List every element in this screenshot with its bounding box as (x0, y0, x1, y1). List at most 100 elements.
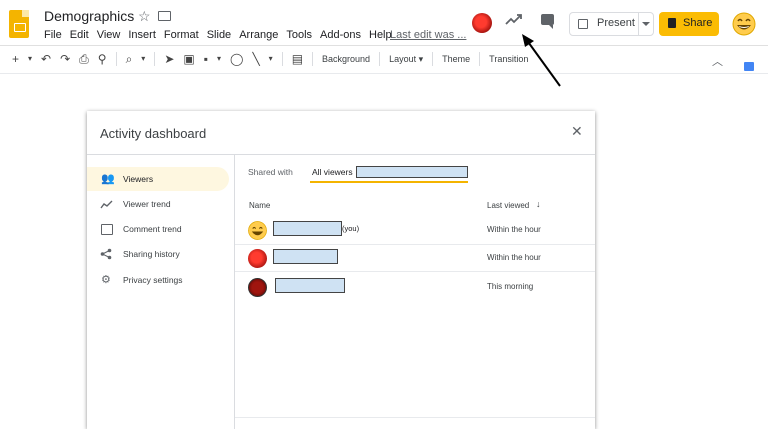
toolbar-separator (379, 52, 381, 66)
menu-addons[interactable]: Add-ons (320, 29, 361, 41)
activity-trend-icon[interactable] (505, 12, 523, 26)
share-icon (100, 248, 112, 260)
menu-tools[interactable]: Tools (286, 29, 312, 41)
redacted-name (273, 249, 338, 264)
chevron-down-icon[interactable]: ▾ (269, 53, 273, 65)
share-button[interactable]: Share (659, 12, 719, 36)
menu-file[interactable]: File (44, 29, 62, 41)
column-header-name[interactable]: Name (249, 201, 270, 210)
menu-arrange[interactable]: Arrange (239, 29, 278, 41)
you-label: (you) (342, 224, 360, 233)
zoom-icon[interactable]: ⌕ (126, 53, 133, 65)
chevron-down-icon[interactable] (642, 22, 650, 26)
redacted-name (356, 166, 468, 178)
column-header-last-viewed[interactable]: Last viewed (487, 201, 529, 210)
nav-item-sharing-history[interactable]: Sharing history (87, 242, 229, 266)
close-icon[interactable]: ✕ (571, 123, 583, 140)
nav-label: Sharing history (123, 249, 180, 259)
active-tab-indicator (310, 181, 468, 183)
nav-label: Viewer trend (123, 199, 171, 209)
paint-format-icon[interactable]: ⚲ (98, 53, 107, 65)
tab-shared-with[interactable]: Shared with (248, 167, 293, 177)
viewer-avatar[interactable] (472, 13, 492, 33)
toolbar-separator (281, 52, 283, 66)
nav-item-viewers[interactable]: 👥 Viewers (87, 167, 229, 191)
menu-help[interactable]: Help (369, 29, 392, 41)
comment-icon[interactable] (541, 14, 554, 29)
nav-item-privacy-settings[interactable]: ⚙ Privacy settings (87, 268, 229, 292)
arrow-down-icon[interactable]: ↓ (536, 199, 541, 209)
menu-slide[interactable]: Slide (207, 29, 231, 41)
row-divider (235, 271, 595, 272)
toolbar-separator (115, 52, 117, 66)
redo-icon[interactable]: ↷ (60, 53, 70, 65)
toolbar-separator (479, 52, 481, 66)
layout-label: Layout (389, 53, 417, 64)
tab-all-viewers[interactable]: All viewers (312, 167, 353, 177)
dialog-divider (87, 154, 595, 155)
menu-bar: File Edit View Insert Format Slide Arran… (44, 29, 392, 41)
avatar (248, 278, 267, 297)
last-viewed-value: Within the hour (487, 253, 541, 262)
chevron-down-icon[interactable]: ▾ (28, 53, 32, 65)
comment-trend-icon (101, 224, 113, 235)
menu-view[interactable]: View (97, 29, 121, 41)
table-row[interactable]: (you) Within the hour (235, 217, 595, 245)
nav-item-comment-trend[interactable]: Comment trend (87, 217, 229, 241)
toolbar: + ▾ ↶ ↷ ⎙ ⚲ ⌕ ▾ ➤ ▣ ▪ ▾ ◯ ╲ ▾ ▤ Backgrou… (12, 51, 528, 67)
menu-edit[interactable]: Edit (70, 29, 89, 41)
toolbar-separator (432, 52, 434, 66)
avatar (248, 249, 267, 268)
slides-logo-icon[interactable] (9, 10, 29, 38)
share-lock-icon (668, 18, 676, 28)
chevron-up-icon[interactable]: ︿ (712, 53, 723, 69)
toolbar-separator (312, 52, 314, 66)
last-viewed-value: This morning (487, 282, 534, 291)
present-button[interactable]: Present (569, 12, 654, 36)
trend-icon (100, 200, 113, 209)
annotation-arrow-icon (522, 34, 561, 87)
activity-dashboard-dialog: Activity dashboard ✕ 👥 Viewers Viewer tr… (87, 111, 595, 429)
image-icon[interactable]: ▪ (204, 53, 208, 65)
menu-format[interactable]: Format (164, 29, 199, 41)
shape-icon[interactable]: ◯ (230, 53, 243, 65)
header-divider (0, 45, 768, 46)
plus-icon[interactable]: + (12, 53, 19, 65)
table-row[interactable]: Within the hour (235, 245, 595, 272)
present-icon (578, 19, 588, 29)
nav-label: Privacy settings (123, 275, 183, 285)
line-icon[interactable]: ╲ (252, 53, 259, 65)
nav-item-viewer-trend[interactable]: Viewer trend (87, 192, 229, 216)
select-cursor-icon[interactable]: ➤ (164, 53, 174, 65)
chevron-down-icon[interactable]: ▾ (141, 53, 145, 65)
background-button[interactable]: Background (322, 54, 370, 64)
undo-icon[interactable]: ↶ (41, 53, 51, 65)
calendar-icon[interactable] (744, 62, 754, 71)
menu-insert[interactable]: Insert (128, 29, 156, 41)
layout-button[interactable]: Layout ▾ (389, 54, 423, 65)
present-divider (638, 13, 639, 35)
folder-icon[interactable] (158, 11, 171, 21)
toolbar-divider (0, 73, 768, 74)
last-edit-link[interactable]: Last edit was ... (390, 29, 466, 41)
last-viewed-value: Within the hour (487, 225, 541, 234)
user-avatar-emoji-icon[interactable] (732, 12, 756, 36)
redacted-name (275, 278, 345, 293)
gear-icon: ⚙ (101, 274, 111, 286)
text-box-icon[interactable]: ▣ (183, 53, 194, 65)
star-icon[interactable]: ☆ (138, 8, 151, 25)
present-label: Present (597, 17, 635, 29)
dialog-footer-divider (235, 417, 595, 418)
nav-label: Viewers (123, 174, 154, 184)
chevron-down-icon[interactable]: ▾ (217, 53, 221, 65)
print-icon[interactable]: ⎙ (79, 53, 89, 65)
add-comment-icon[interactable]: ▤ (292, 53, 303, 65)
dialog-title: Activity dashboard (100, 126, 207, 141)
toolbar-separator (154, 52, 156, 66)
people-icon: 👥 (101, 173, 115, 185)
share-label: Share (683, 17, 713, 29)
table-row[interactable]: This morning (235, 274, 595, 301)
avatar (248, 221, 267, 240)
theme-button[interactable]: Theme (442, 54, 470, 64)
document-title[interactable]: Demographics (44, 8, 134, 24)
